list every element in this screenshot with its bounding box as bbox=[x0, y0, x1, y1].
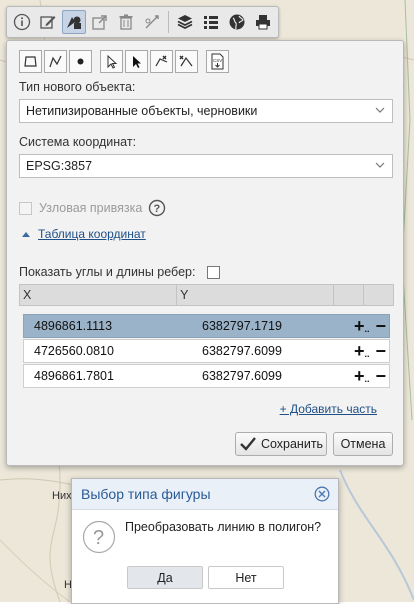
dialog-title: Выбор типа фигуры bbox=[81, 486, 211, 502]
no-button-label: Нет bbox=[235, 570, 257, 585]
crs-label: Система координат: bbox=[19, 135, 137, 149]
vertex-delete-tool-icon[interactable] bbox=[175, 50, 198, 73]
vertex-edit-tool-icon[interactable] bbox=[150, 50, 173, 73]
polygon-tool-icon[interactable] bbox=[19, 50, 42, 73]
help-icon[interactable]: ? bbox=[148, 199, 166, 217]
shape-type-dialog: Выбор типа фигуры ? Преобразовать линию … bbox=[71, 478, 339, 604]
question-icon: ? bbox=[82, 520, 116, 554]
svg-text:?: ? bbox=[154, 203, 161, 215]
chevron-down-icon bbox=[375, 107, 385, 113]
dialog-header: Выбор типа фигуры bbox=[72, 479, 338, 510]
select-tool-icon[interactable] bbox=[100, 50, 123, 73]
crs-value: EPSG:3857 bbox=[26, 159, 93, 173]
coord-table: X Y 4896861.1113 6382797.1719 +.. − 4726… bbox=[19, 284, 394, 388]
coord-table-header: X Y bbox=[19, 284, 394, 306]
cell-y: 6382797.1719 bbox=[202, 319, 282, 333]
csv-label: CSV bbox=[213, 58, 222, 63]
snap-checkbox[interactable] bbox=[19, 201, 32, 215]
add-part-link[interactable]: + Добавить часть bbox=[280, 402, 377, 416]
table-row[interactable]: 4726560.0810 6382797.6099 +.. − bbox=[23, 339, 390, 363]
info-icon[interactable] bbox=[10, 10, 34, 34]
globe-icon[interactable] bbox=[225, 10, 249, 34]
column-header-remove bbox=[364, 285, 393, 305]
measure-icon[interactable] bbox=[140, 10, 164, 34]
no-button[interactable]: Нет bbox=[208, 566, 284, 589]
line-tool-icon[interactable] bbox=[44, 50, 67, 73]
yes-button[interactable]: Да bbox=[127, 566, 203, 589]
list-icon[interactable] bbox=[199, 10, 223, 34]
export-icon[interactable] bbox=[88, 10, 112, 34]
remove-vertex-icon[interactable]: − bbox=[376, 366, 387, 387]
crs-select[interactable]: EPSG:3857 bbox=[19, 154, 393, 178]
draw-tools: CSV bbox=[19, 50, 231, 73]
snap-label: Узловая привязка bbox=[39, 201, 143, 215]
table-row[interactable]: 4896861.1113 6382797.1719 +.. − bbox=[23, 314, 390, 338]
coord-table-link[interactable]: Таблица координат bbox=[38, 227, 146, 241]
trash-icon[interactable] bbox=[114, 10, 138, 34]
save-button[interactable]: Сохранить bbox=[235, 432, 327, 456]
checkmark-icon bbox=[240, 437, 256, 451]
point-tool-icon[interactable] bbox=[69, 50, 92, 73]
column-header-y: Y bbox=[177, 285, 335, 305]
chevron-down-icon bbox=[375, 162, 385, 168]
map-place-label: Них bbox=[52, 490, 72, 502]
shapes-icon[interactable] bbox=[62, 10, 86, 34]
dialog-message: Преобразовать линию в полигон? bbox=[125, 520, 322, 534]
cell-x: 4896861.7801 bbox=[34, 369, 114, 383]
toolbar-divider bbox=[168, 11, 169, 33]
remove-vertex-icon[interactable]: − bbox=[376, 341, 387, 362]
edit-panel: CSV Тип нового объекта: Нетипизированные… bbox=[6, 40, 404, 466]
cell-x: 4896861.1113 bbox=[34, 319, 113, 333]
snap-row: Узловая привязка ? bbox=[19, 199, 166, 217]
show-angles-label: Показать углы и длины ребер: bbox=[19, 265, 196, 279]
show-angles-row: Показать углы и длины ребер: bbox=[19, 265, 221, 279]
yes-button-label: Да bbox=[157, 570, 173, 585]
cancel-button[interactable]: Отмена bbox=[333, 432, 393, 456]
save-button-label: Сохранить bbox=[260, 437, 324, 451]
column-header-x: X bbox=[20, 285, 178, 305]
add-vertex-icon[interactable]: +.. bbox=[354, 316, 370, 337]
triangle-up-icon bbox=[22, 232, 30, 237]
column-header-add bbox=[334, 285, 365, 305]
edit-icon[interactable] bbox=[36, 10, 60, 34]
cell-y: 6382797.6099 bbox=[202, 344, 282, 358]
add-vertex-icon[interactable]: +.. bbox=[354, 366, 370, 387]
object-type-value: Нетипизированные объекты, черновики bbox=[26, 104, 258, 118]
table-row[interactable]: 4896861.7801 6382797.6099 +.. − bbox=[23, 364, 390, 388]
cell-y: 6382797.6099 bbox=[202, 369, 282, 383]
cell-x: 4726560.0810 bbox=[34, 344, 114, 358]
svg-text:?: ? bbox=[93, 527, 104, 549]
add-vertex-icon[interactable]: +.. bbox=[354, 341, 370, 362]
close-icon[interactable] bbox=[314, 486, 330, 502]
cancel-button-label: Отмена bbox=[340, 437, 386, 451]
print-icon[interactable] bbox=[251, 10, 275, 34]
object-type-select[interactable]: Нетипизированные объекты, черновики bbox=[19, 99, 393, 123]
csv-import-icon[interactable]: CSV bbox=[206, 50, 229, 73]
coord-table-toggle[interactable]: Таблица координат bbox=[21, 227, 146, 241]
remove-vertex-icon[interactable]: − bbox=[376, 316, 387, 337]
show-angles-checkbox[interactable] bbox=[207, 265, 221, 279]
main-toolbar bbox=[6, 6, 279, 38]
select-filled-tool-icon[interactable] bbox=[125, 50, 148, 73]
layers-icon[interactable] bbox=[173, 10, 197, 34]
object-type-label: Тип нового объекта: bbox=[19, 80, 136, 94]
